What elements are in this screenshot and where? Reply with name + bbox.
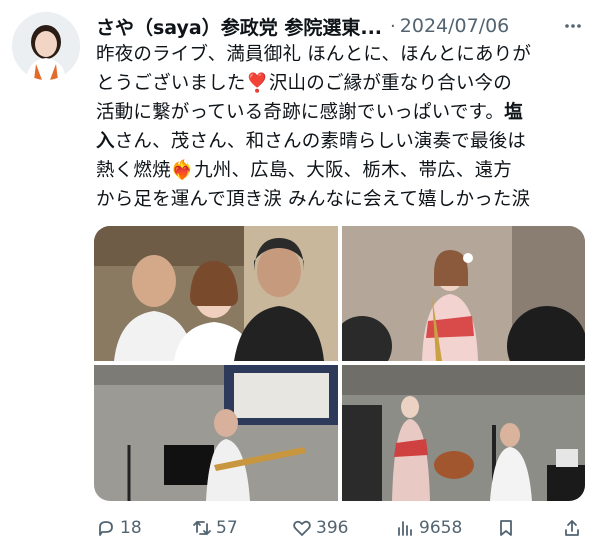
views-button[interactable]: 9658 xyxy=(395,518,462,538)
text-segment: 九州、広島、大阪、栃木、帯広、遠方 xyxy=(194,160,512,181)
post-line: とうございました❣️沢山のご縁が重なり合い今の xyxy=(96,69,588,98)
like-count: 396 xyxy=(316,518,349,538)
post-line: 入さん、茂さん、和さんの素晴らしい演奏で最後は xyxy=(96,127,588,156)
repost-count: 57 xyxy=(216,518,238,538)
bold-text: 入 xyxy=(96,131,115,152)
post-line: 熱く燃焼❤️‍🔥九州、広島、大阪、栃木、帯広、遠方 xyxy=(96,156,588,185)
repost-button[interactable]: 57 xyxy=(192,518,238,538)
more-icon[interactable] xyxy=(560,13,586,39)
views-icon xyxy=(398,521,412,536)
reply-button[interactable]: 18 xyxy=(96,518,142,538)
post-line: 昨夜のライブ、満員御礼 ほんとに、ほんとにありが xyxy=(96,40,588,69)
bold-text: 塩 xyxy=(504,102,523,123)
reply-count: 18 xyxy=(120,518,142,538)
photo-4[interactable] xyxy=(342,365,585,501)
post-header: さや（saya）参政党 参院選東... · 2024/07/06 xyxy=(96,12,586,40)
bookmark-button[interactable] xyxy=(496,518,520,538)
author-name[interactable]: さや（saya）参政党 参院選東... xyxy=(96,13,382,40)
share-button[interactable] xyxy=(562,518,586,538)
text-segment: 沢山のご縁が重なり合い今の xyxy=(268,73,512,94)
photo-2[interactable] xyxy=(342,226,585,361)
photo-3[interactable] xyxy=(94,365,338,501)
like-icon xyxy=(293,520,311,536)
photo-1[interactable] xyxy=(94,226,338,361)
text-segment: とうございました xyxy=(96,73,246,94)
text-segment: 熱く燃焼 xyxy=(96,160,171,181)
text-segment: 活動に繋がっている奇跡に感謝でいっぱいです。 xyxy=(96,102,505,123)
heart-emoji: ❣️ xyxy=(245,73,269,94)
repost-icon xyxy=(193,520,211,536)
text-segment: 昨夜のライブ、満員御礼 ほんとに、ほんとにありが xyxy=(96,44,532,65)
avatar-image xyxy=(12,12,80,80)
text-segment: さん、茂さん、和さんの素晴らしい演奏で最後は xyxy=(114,131,527,152)
post-date[interactable]: 2024/07/06 xyxy=(400,15,510,37)
reply-icon xyxy=(99,521,113,536)
post-text: 昨夜のライブ、満員御礼 ほんとに、ほんとにありが とうございました❣️沢山のご縁… xyxy=(96,40,588,214)
fire-heart-emoji: ❤️‍🔥 xyxy=(170,160,195,181)
share-icon xyxy=(565,520,579,536)
post-actions: 18 57 396 9658 xyxy=(96,512,586,544)
text-segment: から足を運んで頂き涙 みんなに会えて嬉しかった涙 xyxy=(96,189,531,210)
like-button[interactable]: 396 xyxy=(292,518,348,538)
post-line: 活動に繋がっている奇跡に感謝でいっぱいです。塩 xyxy=(96,98,588,127)
avatar[interactable] xyxy=(12,12,80,80)
views-count: 9658 xyxy=(419,518,463,538)
separator: · xyxy=(390,15,396,37)
media-grid xyxy=(94,226,585,501)
bookmark-icon xyxy=(500,520,512,536)
post-line: から足を運んで頂き涙 みんなに会えて嬉しかった涙 xyxy=(96,185,588,214)
